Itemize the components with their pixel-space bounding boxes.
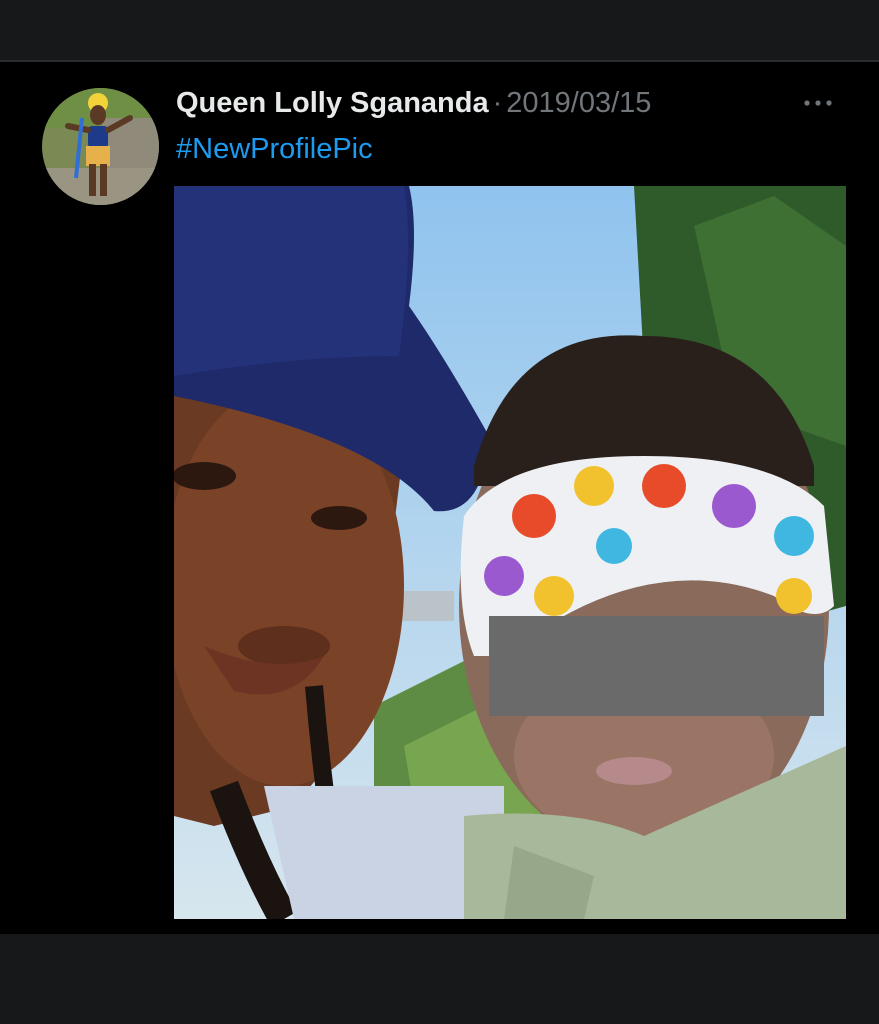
more-horizontal-icon — [804, 100, 832, 106]
author-name[interactable]: Queen Lolly Sgananda — [176, 87, 489, 119]
app-bottom-bar — [0, 934, 879, 1024]
avatar-photo — [42, 88, 159, 205]
media-photo — [174, 186, 846, 919]
tweet-card[interactable]: Queen Lolly Sgananda · 2019/03/15 #NewProf… — [0, 62, 879, 934]
tweet-header: Queen Lolly Sgananda · 2019/03/15 — [176, 86, 651, 120]
tweet-media-image[interactable] — [174, 186, 846, 919]
tweet-date[interactable]: 2019/03/15 — [506, 87, 651, 119]
more-options-button[interactable] — [798, 88, 838, 118]
author-avatar[interactable] — [42, 88, 159, 205]
tweet-hashtag-link[interactable]: #NewProfilePic — [176, 132, 373, 166]
app-top-bar — [0, 0, 879, 60]
header-separator: · — [492, 87, 503, 119]
